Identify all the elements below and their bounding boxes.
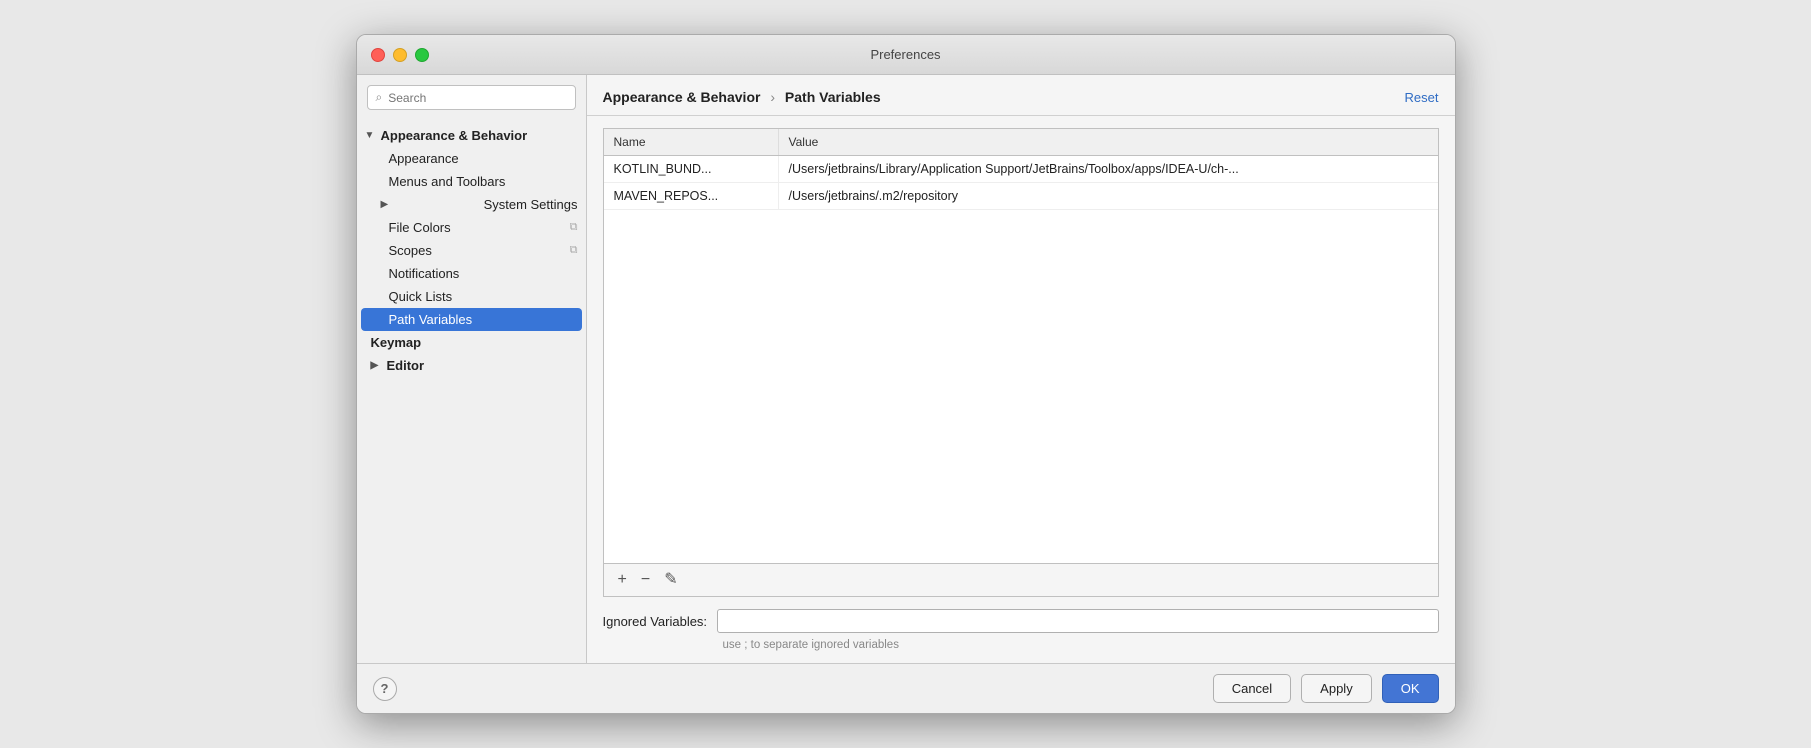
table-body: KOTLIN_BUND... /Users/jetbrains/Library/… [604, 156, 1438, 563]
remove-button[interactable]: − [637, 570, 654, 590]
table-row[interactable]: KOTLIN_BUND... /Users/jetbrains/Library/… [604, 156, 1438, 183]
main-header: Appearance & Behavior › Path Variables R… [587, 75, 1455, 116]
sidebar-item-notifications[interactable]: Notifications [357, 262, 586, 285]
cell-value-0: /Users/jetbrains/Library/Application Sup… [779, 156, 1438, 182]
cancel-button[interactable]: Cancel [1213, 674, 1291, 703]
sidebar-tree: ▼ Appearance & Behavior Appearance Menus… [357, 120, 586, 381]
preferences-window: Preferences ⌕ ▼ Appearance & Behavior Ap… [356, 34, 1456, 714]
editor-expand-icon: ▶ [371, 360, 383, 371]
window-title: Preferences [870, 47, 940, 62]
titlebar: Preferences [357, 35, 1455, 75]
sidebar-item-scopes[interactable]: Scopes ⧉ [357, 239, 586, 262]
section-label: Appearance & Behavior [381, 128, 528, 143]
ignored-variables-label: Ignored Variables: [603, 614, 708, 629]
item-label: System Settings [484, 197, 578, 212]
collapse-icon: ▼ [365, 130, 377, 141]
cell-name-0: KOTLIN_BUND... [604, 156, 779, 182]
sidebar: ⌕ ▼ Appearance & Behavior Appearance Men… [357, 75, 587, 663]
path-variables-table: Name Value KOTLIN_BUND... /Users/jetbrai… [603, 128, 1439, 597]
column-header-name: Name [604, 129, 779, 155]
ignored-variables-row: Ignored Variables: [603, 609, 1439, 633]
sidebar-item-editor[interactable]: ▶ Editor [357, 354, 586, 377]
traffic-lights [371, 48, 429, 62]
apply-button[interactable]: Apply [1301, 674, 1372, 703]
sidebar-item-system-settings[interactable]: ▶ System Settings [357, 193, 586, 216]
ignored-variables-section: Ignored Variables: use ; to separate ign… [587, 597, 1455, 663]
cell-name-1: MAVEN_REPOS... [604, 183, 779, 209]
search-box[interactable]: ⌕ [367, 85, 576, 110]
cell-value-1: /Users/jetbrains/.m2/repository [779, 183, 1438, 209]
ok-button[interactable]: OK [1382, 674, 1439, 703]
table-row[interactable]: MAVEN_REPOS... /Users/jetbrains/.m2/repo… [604, 183, 1438, 210]
item-label: Scopes [389, 243, 432, 258]
minimize-button[interactable] [393, 48, 407, 62]
keymap-label: Keymap [371, 335, 422, 350]
item-label: Path Variables [389, 312, 473, 327]
ignored-variables-hint: use ; to separate ignored variables [603, 639, 1439, 651]
bottom-bar: ? Cancel Apply OK [357, 663, 1455, 713]
breadcrumb-separator: › [770, 89, 775, 105]
add-button[interactable]: + [614, 570, 631, 590]
edit-button[interactable]: ✎ [660, 570, 681, 590]
sidebar-item-appearance-behavior[interactable]: ▼ Appearance & Behavior [357, 124, 586, 147]
help-button[interactable]: ? [373, 677, 397, 701]
main-panel: Appearance & Behavior › Path Variables R… [587, 75, 1455, 663]
sidebar-item-appearance[interactable]: Appearance [357, 147, 586, 170]
sidebar-item-path-variables[interactable]: Path Variables [361, 308, 582, 331]
column-header-value: Value [779, 129, 1438, 155]
item-label: Appearance [389, 151, 459, 166]
item-label: Notifications [389, 266, 460, 281]
content-area: ⌕ ▼ Appearance & Behavior Appearance Men… [357, 75, 1455, 663]
ignored-variables-input[interactable] [717, 609, 1438, 633]
item-label: Menus and Toolbars [389, 174, 506, 189]
table-toolbar: + − ✎ [604, 563, 1438, 596]
copy-icon: ⧉ [570, 221, 578, 234]
maximize-button[interactable] [415, 48, 429, 62]
table-header: Name Value [604, 129, 1438, 156]
search-icon: ⌕ [376, 90, 383, 105]
sidebar-item-quick-lists[interactable]: Quick Lists [357, 285, 586, 308]
copy-icon-scopes: ⧉ [570, 244, 578, 257]
breadcrumb-current: Path Variables [785, 89, 881, 105]
sidebar-item-file-colors[interactable]: File Colors ⧉ [357, 216, 586, 239]
reset-link[interactable]: Reset [1405, 90, 1439, 105]
editor-label: Editor [387, 358, 425, 373]
search-input[interactable] [388, 91, 566, 105]
breadcrumb-section: Appearance & Behavior [603, 89, 761, 105]
breadcrumb: Appearance & Behavior › Path Variables [603, 89, 881, 105]
item-label: Quick Lists [389, 289, 453, 304]
item-label: File Colors [389, 220, 451, 235]
close-button[interactable] [371, 48, 385, 62]
sidebar-item-menus-toolbars[interactable]: Menus and Toolbars [357, 170, 586, 193]
sidebar-item-keymap[interactable]: Keymap [357, 331, 586, 354]
expand-icon: ▶ [381, 199, 389, 210]
